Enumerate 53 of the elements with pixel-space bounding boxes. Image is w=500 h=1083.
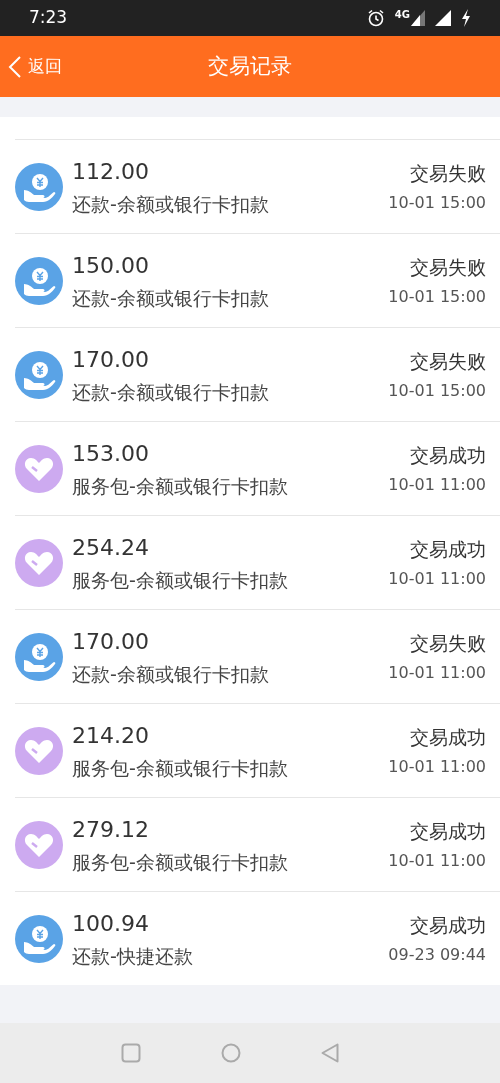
cellular-signal-icon [435, 10, 451, 26]
transaction-status: 交易失败 [410, 630, 486, 656]
chevron-left-icon [8, 54, 22, 79]
transaction-description: 还款-余额或银行卡扣款 [72, 191, 269, 217]
network-type: 4G [394, 10, 410, 20]
transaction-time: 09-23 09:44 [388, 943, 486, 966]
transaction-time: 10-01 15:00 [388, 379, 486, 402]
transaction-time: 10-01 11:00 [388, 661, 486, 684]
status-time: 7:23 [29, 6, 68, 30]
back-button[interactable]: 返回 [0, 53, 62, 80]
transaction-time: 10-01 11:00 [388, 755, 486, 778]
circle-nav-icon[interactable] [221, 1043, 241, 1063]
square-nav-icon[interactable] [121, 1043, 141, 1063]
transaction-time: 10-01 11:00 [388, 473, 486, 496]
transaction-description: 还款-快捷还款 [72, 943, 193, 969]
transaction-amount: 170.00 [72, 627, 150, 656]
transaction-status: 交易成功 [410, 818, 486, 844]
transaction-status: 交易失败 [410, 348, 486, 374]
transaction-amount: 150.00 [72, 251, 150, 280]
transaction-description: 服务包-余额或银行卡扣款 [72, 849, 288, 875]
transaction-time: 10-01 11:00 [388, 567, 486, 590]
yuan-hand-icon [15, 256, 63, 305]
transaction-description: 服务包-余额或银行卡扣款 [72, 567, 288, 593]
transaction-status: 交易成功 [410, 442, 486, 468]
alarm-icon [366, 9, 385, 27]
transaction-description: 服务包-余额或银行卡扣款 [72, 473, 288, 499]
transaction-description: 还款-余额或银行卡扣款 [72, 661, 269, 687]
transaction-status: 交易成功 [410, 536, 486, 562]
charging-icon [461, 9, 471, 27]
yuan-hand-icon [15, 162, 63, 211]
transaction-status: 交易失败 [410, 254, 486, 280]
cellular-signal-icon [411, 10, 425, 26]
transaction-time: 10-01 11:00 [388, 849, 486, 872]
transaction-description: 还款-余额或银行卡扣款 [72, 379, 269, 405]
yuan-hand-icon [15, 914, 63, 963]
yuan-hand-icon [15, 632, 63, 681]
transaction-amount: 112.00 [72, 157, 150, 186]
transaction-description: 服务包-余额或银行卡扣款 [72, 755, 288, 781]
transaction-time: 10-01 15:00 [388, 285, 486, 308]
back-nav-icon[interactable] [321, 1043, 339, 1063]
transaction-amount: 254.24 [72, 533, 150, 562]
transaction-amount: 214.20 [72, 721, 150, 750]
transaction-amount: 279.12 [72, 815, 150, 844]
yuan-hand-icon [15, 350, 63, 399]
transaction-status: 交易成功 [410, 912, 486, 938]
transaction-status: 交易成功 [410, 724, 486, 750]
transaction-amount: 100.94 [72, 909, 150, 938]
transaction-status: 交易失败 [410, 160, 486, 186]
transaction-amount: 170.00 [72, 345, 150, 374]
transaction-amount: 153.00 [72, 439, 150, 468]
transaction-description: 还款-余额或银行卡扣款 [72, 285, 269, 311]
transaction-time: 10-01 15:00 [388, 191, 486, 214]
page-title: 交易记录 [208, 52, 292, 80]
